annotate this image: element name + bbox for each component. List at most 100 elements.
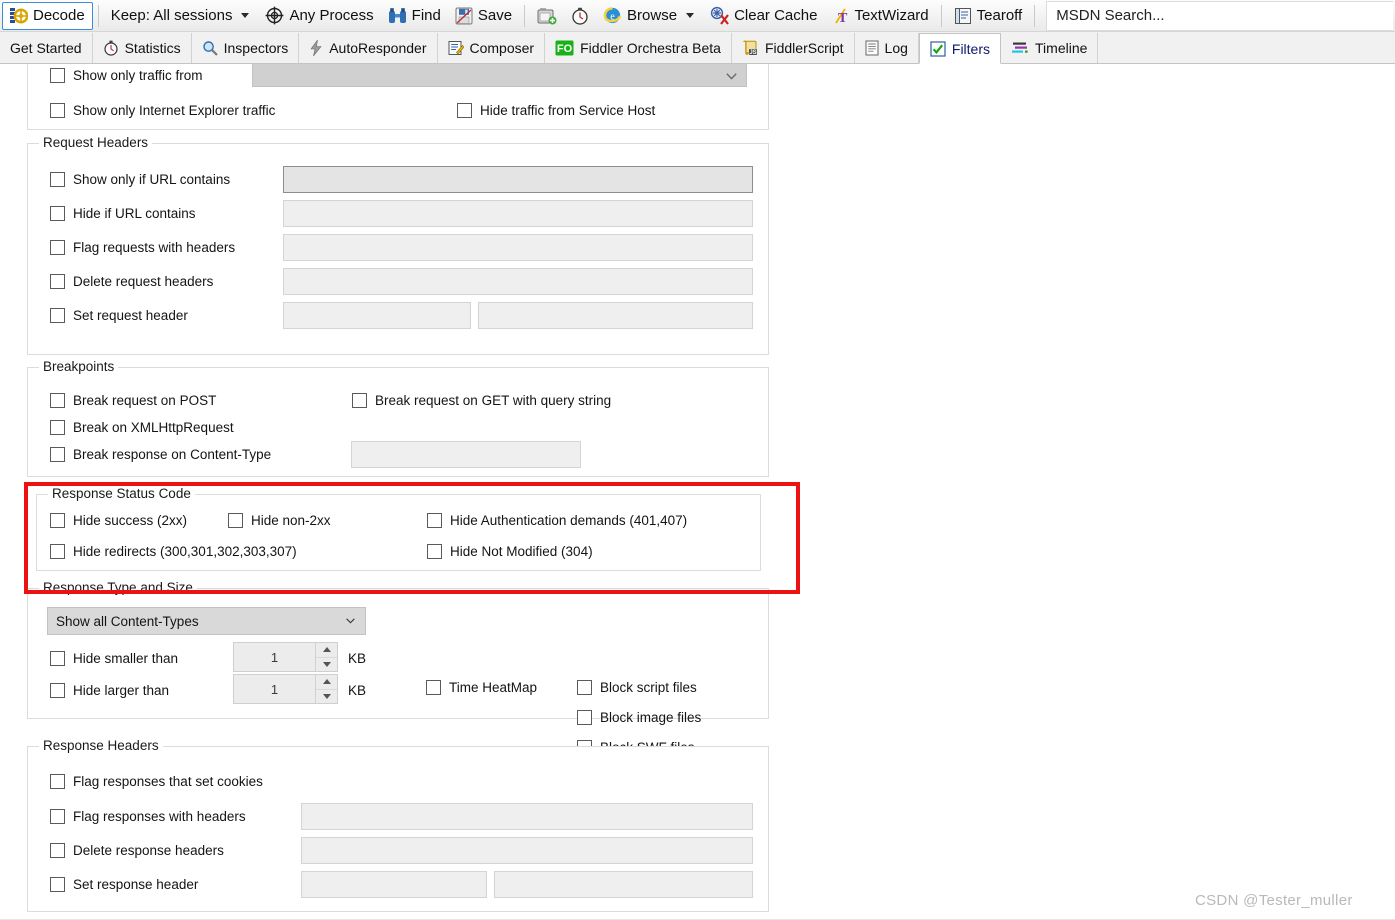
traffic-from-dropdown[interactable] [252, 64, 747, 87]
browse-label: Browse [627, 7, 678, 24]
flag-requests-with-headers-checkbox[interactable] [50, 240, 65, 255]
break-xhr-checkbox[interactable] [50, 420, 65, 435]
stepper-buttons[interactable] [315, 643, 337, 671]
camera-button[interactable] [530, 2, 564, 30]
tab-log[interactable]: Log [855, 33, 919, 63]
stopwatch-icon [103, 40, 119, 56]
save-button[interactable]: Save [448, 2, 519, 30]
stepper-up-button[interactable] [316, 675, 337, 689]
break-response-content-type-label: Break response on Content-Type [73, 447, 272, 462]
break-response-content-type-input[interactable] [351, 441, 581, 468]
find-button[interactable]: Find [381, 2, 448, 30]
tab-filters[interactable]: Filters [918, 33, 1002, 64]
svg-text:T: T [838, 11, 848, 25]
block-image-files-checkbox[interactable] [577, 710, 592, 725]
stepper-down-button[interactable] [316, 656, 337, 672]
tab-label: Filters [951, 40, 991, 57]
set-request-header-value-input[interactable] [478, 302, 753, 329]
hide-service-host-checkbox[interactable] [457, 103, 472, 118]
tab-statistics[interactable]: Statistics [93, 33, 192, 63]
stepper-up-button[interactable] [316, 643, 337, 657]
fo-badge-icon: FO [555, 40, 574, 56]
binoculars-icon [388, 7, 407, 24]
block-script-files-checkbox[interactable] [577, 680, 592, 695]
hide-non-2xx-checkbox[interactable] [228, 513, 243, 528]
decode-button[interactable]: Decode [2, 1, 93, 30]
hide-if-url-contains-input[interactable] [283, 200, 753, 227]
tab-fiddlerscript[interactable]: JS FiddlerScript [732, 33, 855, 63]
flag-responses-set-cookies-checkbox[interactable] [50, 774, 65, 789]
set-response-header-checkbox[interactable] [50, 877, 65, 892]
flag-responses-with-headers-checkbox[interactable] [50, 809, 65, 824]
break-request-get-checkbox[interactable] [352, 393, 367, 408]
msdn-search-input[interactable]: MSDN Search... [1046, 0, 1393, 31]
svg-text:FO: FO [557, 43, 573, 55]
break-response-content-type-checkbox[interactable] [50, 447, 65, 462]
tearoff-button[interactable]: Tearoff [947, 2, 1030, 30]
tab-composer[interactable]: Composer [438, 33, 546, 63]
time-heatmap-checkbox[interactable] [426, 680, 441, 695]
hide-smaller-than-checkbox[interactable] [50, 651, 65, 666]
show-only-url-contains-input[interactable] [283, 166, 753, 193]
flag-requests-with-headers-input[interactable] [283, 234, 753, 261]
triangle-up-icon [322, 647, 331, 653]
lightning-icon [309, 39, 323, 57]
save-disk-icon [455, 7, 473, 25]
any-process-button[interactable]: Any Process [258, 2, 380, 30]
tab-autoresponder[interactable]: AutoResponder [299, 33, 438, 63]
hide-auth-demands-checkbox[interactable] [427, 513, 442, 528]
hide-larger-than-stepper[interactable]: 1 [233, 674, 338, 704]
decode-icon [10, 7, 29, 25]
set-response-header-value-input[interactable] [494, 871, 753, 898]
tab-label: Statistics [124, 40, 181, 56]
clear-cache-button[interactable]: Clear Cache [703, 2, 824, 30]
set-request-header-name-input[interactable] [283, 302, 471, 329]
hide-smaller-than-stepper[interactable]: 1 [233, 642, 338, 672]
save-label: Save [477, 7, 513, 24]
stepper-buttons[interactable] [315, 675, 337, 703]
delete-request-headers-input[interactable] [283, 268, 753, 295]
browse-button[interactable]: e Browse [596, 2, 703, 30]
set-request-header-checkbox[interactable] [50, 308, 65, 323]
show-only-ie-traffic-checkbox[interactable] [50, 103, 65, 118]
stepper-down-button[interactable] [316, 688, 337, 704]
chevron-down-icon [726, 73, 737, 80]
hide-if-url-contains-checkbox[interactable] [50, 206, 65, 221]
hide-larger-than-label: Hide larger than [73, 683, 170, 698]
tab-label: FiddlerScript [764, 40, 844, 56]
delete-response-headers-input[interactable] [301, 837, 753, 864]
delete-request-headers-checkbox[interactable] [50, 274, 65, 289]
hide-larger-than-checkbox[interactable] [50, 683, 65, 698]
timer-button[interactable] [564, 2, 596, 30]
text-wizard-button[interactable]: T TextWizard [824, 2, 935, 30]
breakpoints-group: Breakpoints Break request on POST Break … [27, 359, 769, 477]
show-only-url-contains-checkbox[interactable] [50, 172, 65, 187]
break-request-post-checkbox[interactable] [50, 393, 65, 408]
delete-response-headers-checkbox[interactable] [50, 843, 65, 858]
toolbar-separator [97, 4, 99, 27]
stopwatch-icon [571, 7, 589, 25]
delete-response-headers-label: Delete response headers [73, 843, 224, 858]
tab-label: Fiddler Orchestra Beta [580, 40, 721, 56]
flag-responses-with-headers-input[interactable] [301, 803, 753, 830]
show-only-traffic-from-checkbox[interactable] [50, 68, 65, 83]
block-image-files-label: Block image files [600, 710, 702, 725]
response-type-size-title: Response Type and Size [39, 580, 197, 595]
find-label: Find [411, 7, 441, 24]
toolbar-separator-3 [940, 4, 942, 27]
hide-redirects-checkbox[interactable] [50, 544, 65, 559]
tab-inspectors[interactable]: Inspectors [192, 33, 300, 63]
keep-sessions-dropdown[interactable]: Keep: All sessions [104, 2, 259, 30]
hide-success-2xx-checkbox[interactable] [50, 513, 65, 528]
tab-fiddler-orchestra[interactable]: FO Fiddler Orchestra Beta [545, 33, 732, 63]
toolbar-separator-2 [524, 4, 526, 27]
hide-not-modified-checkbox[interactable] [427, 544, 442, 559]
tab-timeline[interactable]: Timeline [1001, 33, 1099, 63]
magnifier-icon [202, 40, 218, 56]
tab-get-started[interactable]: Get Started [0, 33, 93, 63]
chevron-down-icon[interactable] [686, 13, 695, 18]
chevron-down-icon [241, 13, 250, 18]
internet-explorer-icon: e [603, 6, 622, 25]
set-response-header-name-input[interactable] [301, 871, 487, 898]
content-type-select[interactable]: Show all Content-Types [47, 607, 366, 635]
